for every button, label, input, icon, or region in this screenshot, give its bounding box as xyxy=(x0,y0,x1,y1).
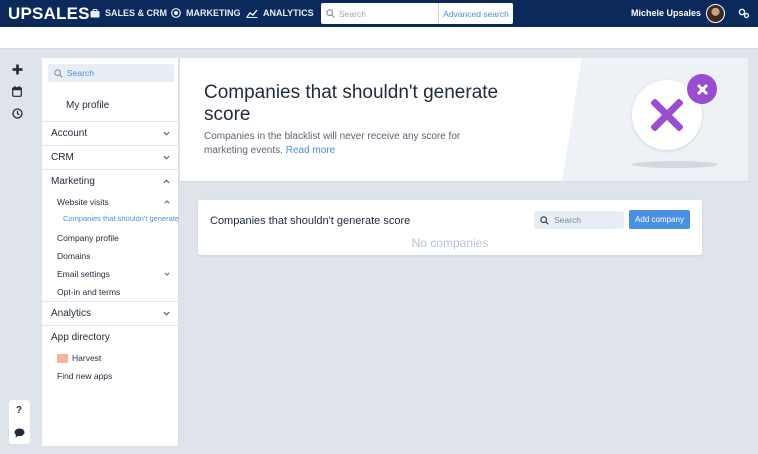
advanced-search-link[interactable]: Advanced search xyxy=(438,3,513,24)
sidebar-section-crm[interactable]: CRM xyxy=(42,145,179,169)
settings-sidebar: Search My profile Account CRM Marketing … xyxy=(42,58,179,446)
sidebar-item-email-settings[interactable]: Email settings xyxy=(57,269,110,279)
close-icon xyxy=(696,83,708,95)
help-icon[interactable]: ? xyxy=(16,405,22,416)
sidebar-item-website-visits[interactable]: Website visits xyxy=(57,197,109,207)
sidebar-section-marketing[interactable]: Marketing xyxy=(42,169,179,193)
read-more-link[interactable]: Read more xyxy=(286,145,335,156)
sidebar-search-placeholder: Search xyxy=(67,68,94,78)
page-description: Companies in the blacklist will never re… xyxy=(204,130,474,158)
empty-state-text: No companies xyxy=(411,236,489,250)
sidebar-section-marketing-label: Marketing xyxy=(51,176,95,187)
global-search-input[interactable] xyxy=(339,8,429,19)
search-icon xyxy=(326,9,335,18)
page-header: Companies that shouldn't generate score … xyxy=(180,58,748,182)
nav-marketing-label: MARKETING xyxy=(186,8,241,18)
search-icon xyxy=(540,215,549,225)
sidebar-section-app-directory-label: App directory xyxy=(51,332,110,343)
card-search-placeholder: Search xyxy=(554,215,581,225)
sidebar-item-find-new-apps[interactable]: Find new apps xyxy=(57,371,112,381)
illustration-badge xyxy=(687,74,717,104)
sidebar-section-analytics[interactable]: Analytics xyxy=(42,301,179,325)
avatar[interactable] xyxy=(706,4,725,23)
calendar-icon[interactable] xyxy=(12,86,22,97)
global-search xyxy=(321,3,438,24)
nav-sales-crm[interactable]: SALES & CRM xyxy=(90,8,167,18)
card-title: Companies that shouldn't generate score xyxy=(210,215,411,227)
card-search[interactable]: Search xyxy=(534,211,624,229)
nav-sales-crm-label: SALES & CRM xyxy=(105,8,168,18)
nav-analytics-label: ANALYTICS xyxy=(263,8,314,18)
chat-icon[interactable] xyxy=(14,428,25,438)
page-title: Companies that shouldn't generate score xyxy=(204,82,499,125)
chevron-down-icon xyxy=(163,311,170,316)
chevron-down-icon xyxy=(163,131,170,136)
add-company-button[interactable]: Add company xyxy=(629,210,690,229)
sidebar-section-analytics-label: Analytics xyxy=(51,308,92,319)
chevron-down-icon xyxy=(163,155,170,160)
sidebar-section-app-directory[interactable]: App directory xyxy=(42,325,179,349)
chart-line-icon xyxy=(246,9,258,18)
top-navigation-bar: UPSALES SALES & CRM MARKETING ANALYTICS … xyxy=(0,0,758,27)
globe-icon xyxy=(171,8,181,18)
sidebar-section-account-label: Account xyxy=(51,128,88,139)
chevron-down-icon[interactable] xyxy=(164,272,170,276)
nav-marketing[interactable]: MARKETING xyxy=(171,8,241,18)
sidebar-item-opt-in[interactable]: Opt-in and terms xyxy=(57,287,120,297)
sidebar-item-blacklist[interactable]: Companies that shouldn't generate xyxy=(63,214,179,223)
sidebar-item-harvest-label: Harvest xyxy=(72,353,102,363)
illustration-shadow xyxy=(632,161,718,168)
upsales-logo[interactable]: UPSALES xyxy=(8,4,90,24)
sidebar-section-crm-label: CRM xyxy=(51,152,74,163)
briefcase-icon xyxy=(90,8,100,17)
sidebar-section-account[interactable]: Account xyxy=(42,121,179,145)
blacklist-x-icon xyxy=(651,99,683,131)
search-icon xyxy=(54,68,63,78)
nav-analytics[interactable]: ANALYTICS xyxy=(246,8,314,18)
clock-icon[interactable] xyxy=(12,108,23,119)
plus-icon[interactable] xyxy=(12,64,23,75)
sidebar-item-company-profile[interactable]: Company profile xyxy=(57,233,119,243)
sidebar-item-my-profile[interactable]: My profile xyxy=(66,100,109,111)
user-name[interactable]: Michele Upsales xyxy=(631,8,701,18)
harvest-app-icon xyxy=(57,354,68,364)
chevron-up-icon xyxy=(163,179,170,184)
subheader-strip xyxy=(0,27,758,49)
blacklist-card: Companies that shouldn't generate score … xyxy=(198,200,702,255)
sidebar-search[interactable]: Search xyxy=(48,64,174,82)
sidebar-item-harvest[interactable]: Harvest xyxy=(57,353,102,364)
rail-bottom-panel: ? xyxy=(9,400,30,444)
sidebar-item-domains[interactable]: Domains xyxy=(57,251,91,261)
settings-icon[interactable] xyxy=(738,8,750,19)
chevron-up-icon[interactable] xyxy=(164,200,170,204)
